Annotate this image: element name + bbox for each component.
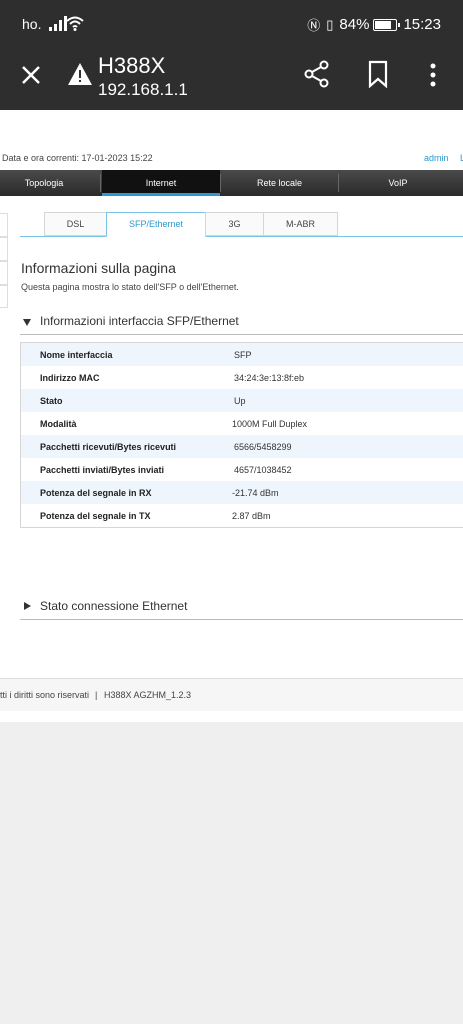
tab-3g[interactable]: 3G <box>205 212 264 236</box>
bookmark-icon[interactable] <box>367 60 389 88</box>
row-label: Potenza del segnale in RX <box>40 487 152 498</box>
tab-sfp-ethernet[interactable]: SFP/Ethernet <box>106 212 206 237</box>
row-value: SFP <box>234 349 252 360</box>
nav-item-internet[interactable]: Internet <box>102 170 220 196</box>
battery-percent: 84% <box>339 16 370 33</box>
url-field[interactable]: 192.168.1.1 <box>98 80 188 100</box>
table-row: Modalità 1000M Full Duplex <box>21 412 463 435</box>
battery-icon <box>373 18 401 31</box>
tab-dsl[interactable]: DSL <box>44 212 107 236</box>
browser-toolbar: H388X 192.168.1.1 <box>0 48 463 110</box>
row-label: Indirizzo MAC <box>40 372 100 383</box>
row-value: -21.74 dBm <box>232 487 279 498</box>
row-value: 6566/5458299 <box>234 441 292 452</box>
signal-icon <box>49 16 67 31</box>
row-label: Stato <box>40 395 63 406</box>
clock: 15:23 <box>403 16 441 33</box>
nfc-icon: Ⓝ <box>307 18 321 33</box>
side-menu-item[interactable] <box>0 213 8 237</box>
footer-separator: | <box>95 690 98 700</box>
collapse-triangle-icon[interactable] <box>23 319 31 326</box>
table-row: Indirizzo MAC 34:24:3e:13:8f:eb <box>21 366 463 389</box>
side-menu-item[interactable] <box>0 261 8 285</box>
nav-item-topologia[interactable]: Topologia <box>0 170 88 196</box>
tab-m-abr[interactable]: M-ABR <box>263 212 338 236</box>
row-label: Potenza del segnale in TX <box>40 510 151 521</box>
interface-info-table: Nome interfaccia SFP Indirizzo MAC 34:24… <box>20 342 463 528</box>
footer-copyright: tti i diritti sono riservati <box>0 690 90 700</box>
share-icon[interactable] <box>303 60 331 88</box>
nav-item-rete-locale[interactable]: Rete locale <box>221 170 338 196</box>
nav-divider <box>100 174 101 192</box>
row-label: Modalità <box>40 418 77 429</box>
table-row: Potenza del segnale in TX 2.87 dBm <box>21 504 463 527</box>
table-row: Potenza del segnale in RX -21.74 dBm <box>21 481 463 504</box>
main-nav: Topologia Internet Rete locale VoIP <box>0 170 463 196</box>
row-value: 4657/1038452 <box>234 464 292 475</box>
row-label: Nome interfaccia <box>40 349 113 360</box>
wifi-icon <box>66 16 84 31</box>
table-row: Pacchetti inviati/Bytes inviati 4657/103… <box>21 458 463 481</box>
footer-version: H388X AGZHM_1.2.3 <box>104 690 192 700</box>
close-icon[interactable] <box>18 62 44 88</box>
status-bar: ho. Ⓝ ▯ 84% 15:23 <box>0 0 463 48</box>
section-title: Informazioni sulla pagina <box>21 260 176 276</box>
web-page: Data e ora correnti: 17-01-2023 15:22 ad… <box>0 110 463 722</box>
interface-section-title[interactable]: Informazioni interfaccia SFP/Ethernet <box>40 314 239 328</box>
row-label: Pacchetti inviati/Bytes inviati <box>40 464 165 475</box>
page-title: H388X <box>98 53 166 78</box>
row-value: 1000M Full Duplex <box>232 418 308 429</box>
table-row: Nome interfaccia SFP <box>21 343 463 366</box>
table-row: Pacchetti ricevuti/Bytes ricevuti 6566/5… <box>21 435 463 458</box>
more-icon[interactable] <box>426 62 440 88</box>
section-divider <box>20 334 463 335</box>
vibrate-icon: ▯ <box>326 16 334 32</box>
page-footer: tti i diritti sono riservati | H388X AGZ… <box>0 678 463 711</box>
ethernet-section-title[interactable]: Stato connessione Ethernet <box>40 599 187 613</box>
table-row: Stato Up <box>21 389 463 412</box>
row-value: Up <box>234 395 246 406</box>
row-label: Pacchetti ricevuti/Bytes ricevuti <box>40 441 177 452</box>
user-link[interactable]: admin <box>424 153 449 163</box>
section-divider <box>20 619 463 620</box>
expand-triangle-icon[interactable] <box>24 602 31 610</box>
section-description: Questa pagina mostra lo stato dell'SFP o… <box>21 282 239 292</box>
battery-fill <box>375 20 392 29</box>
side-menu-item[interactable] <box>0 237 8 261</box>
row-value: 34:24:3e:13:8f:eb <box>234 372 305 383</box>
tab-underline <box>20 236 463 237</box>
warning-icon[interactable] <box>67 62 93 86</box>
side-menu-item[interactable] <box>0 285 8 308</box>
carrier-label: ho. <box>22 16 42 32</box>
current-datetime: Data e ora correnti: 17-01-2023 15:22 <box>2 153 153 163</box>
row-value: 2.87 dBm <box>232 510 271 521</box>
status-right: Ⓝ ▯ 84% 15:23 <box>307 15 441 34</box>
nav-item-voip[interactable]: VoIP <box>339 170 457 196</box>
